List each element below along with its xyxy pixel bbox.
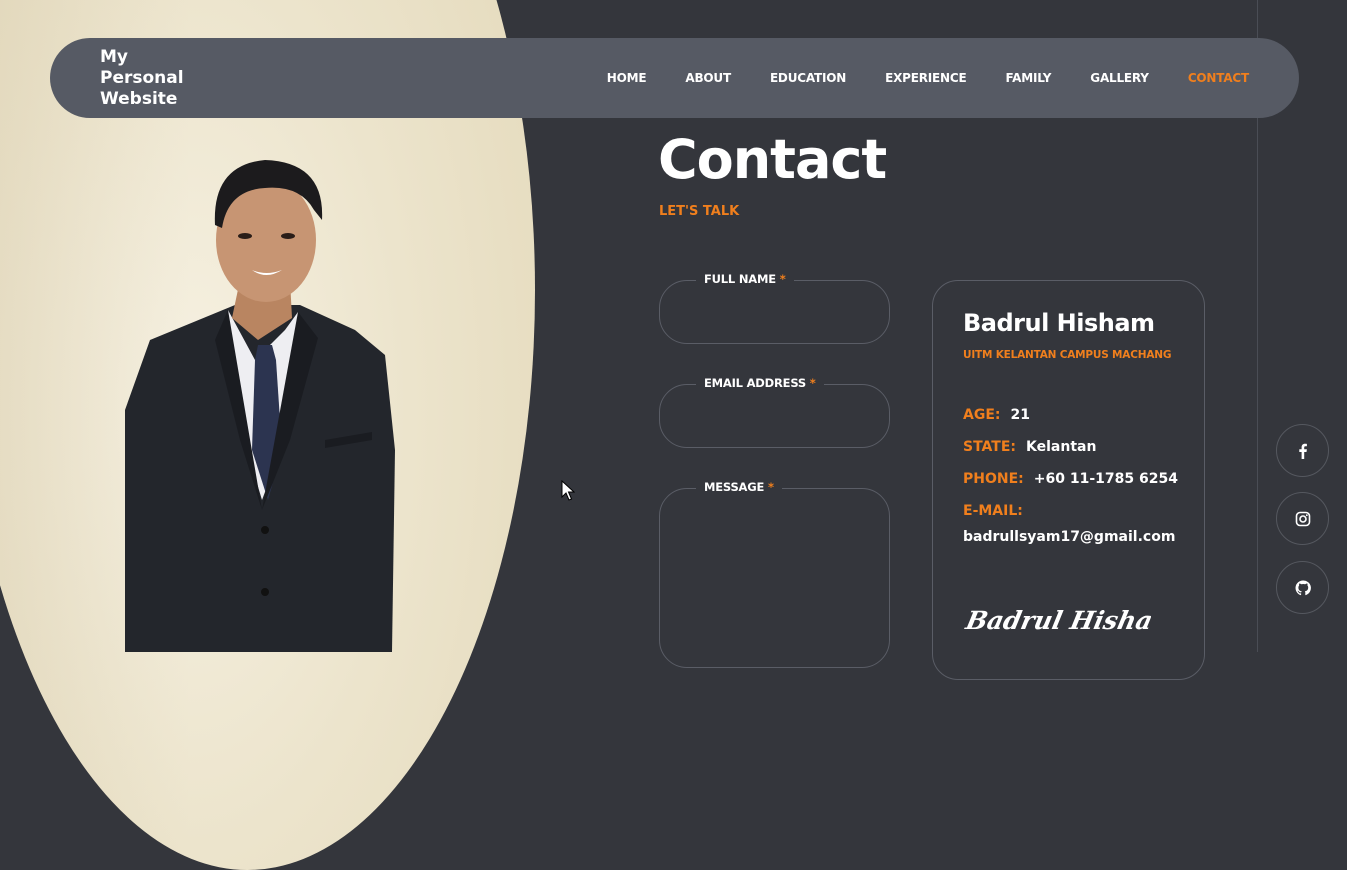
message-label: MESSAGE * [696,480,782,494]
person-figure [125,160,395,652]
email-field[interactable]: EMAIL ADDRESS * [659,376,890,448]
nav-gallery[interactable]: GALLERY [1090,71,1149,85]
nav-family[interactable]: FAMILY [1006,71,1052,85]
page-subtitle: LET'S TALK [659,204,740,219]
profile-name: Badrul Hisham [963,309,1155,337]
profile-campus: UITM KELANTAN CAMPUS MACHANG [963,349,1172,361]
main-menu: HOME ABOUT EDUCATION EXPERIENCE FAMILY G… [568,38,1249,118]
logo-line-3: Website [100,89,178,109]
site-logo[interactable]: My Personal Website [100,47,210,110]
nav-home[interactable]: HOME [607,71,647,85]
email-row: E-MAIL: [963,503,1033,519]
profile-photo [0,0,535,870]
email-label: EMAIL ADDRESS * [696,376,824,390]
full-name-input[interactable] [680,299,874,316]
nav-about[interactable]: ABOUT [685,71,731,85]
mouse-cursor-icon [561,480,575,501]
message-textarea[interactable] [680,507,874,641]
phone-value: +60 11-1785 6254 [1033,471,1178,487]
state-row: STATE: Kelantan [963,439,1096,455]
instagram-icon [1295,511,1310,526]
nav-contact[interactable]: CONTACT [1188,71,1249,85]
age-row: AGE: 21 [963,407,1030,423]
required-mark: * [767,480,774,494]
required-mark: * [779,272,786,286]
page-title: Contact [658,128,887,191]
svg-text:Badrul Hisham: Badrul Hisham [962,605,1151,635]
nav-experience[interactable]: EXPERIENCE [885,71,967,85]
github-button[interactable] [1276,561,1329,614]
github-icon [1295,579,1311,595]
full-name-field[interactable]: FULL NAME * [659,272,890,344]
state-value: Kelantan [1026,439,1097,455]
email-value: badrullsyam17@gmail.com [963,529,1176,545]
phone-label: PHONE: [963,471,1024,487]
required-mark: * [809,376,816,390]
email-input[interactable] [680,403,874,420]
logo-line-2: Personal [100,68,184,88]
email-row-label: E-MAIL: [963,503,1023,519]
message-field[interactable]: MESSAGE * [659,480,890,668]
navbar: My Personal Website HOME ABOUT EDUCATION… [50,38,1299,118]
profile-card: Badrul Hisham UITM KELANTAN CAMPUS MACHA… [932,280,1205,680]
age-label: AGE: [963,407,1001,423]
full-name-label: FULL NAME * [696,272,794,286]
state-label: STATE: [963,439,1017,455]
nav-education[interactable]: EDUCATION [770,71,846,85]
phone-row: PHONE: +60 11-1785 6254 [963,471,1178,487]
instagram-button[interactable] [1276,492,1329,545]
signature-image: Badrul Hisham [962,605,1151,635]
facebook-icon [1298,443,1307,459]
age-value: 21 [1010,407,1030,423]
logo-line-1: My [100,47,128,67]
facebook-button[interactable] [1276,424,1329,477]
